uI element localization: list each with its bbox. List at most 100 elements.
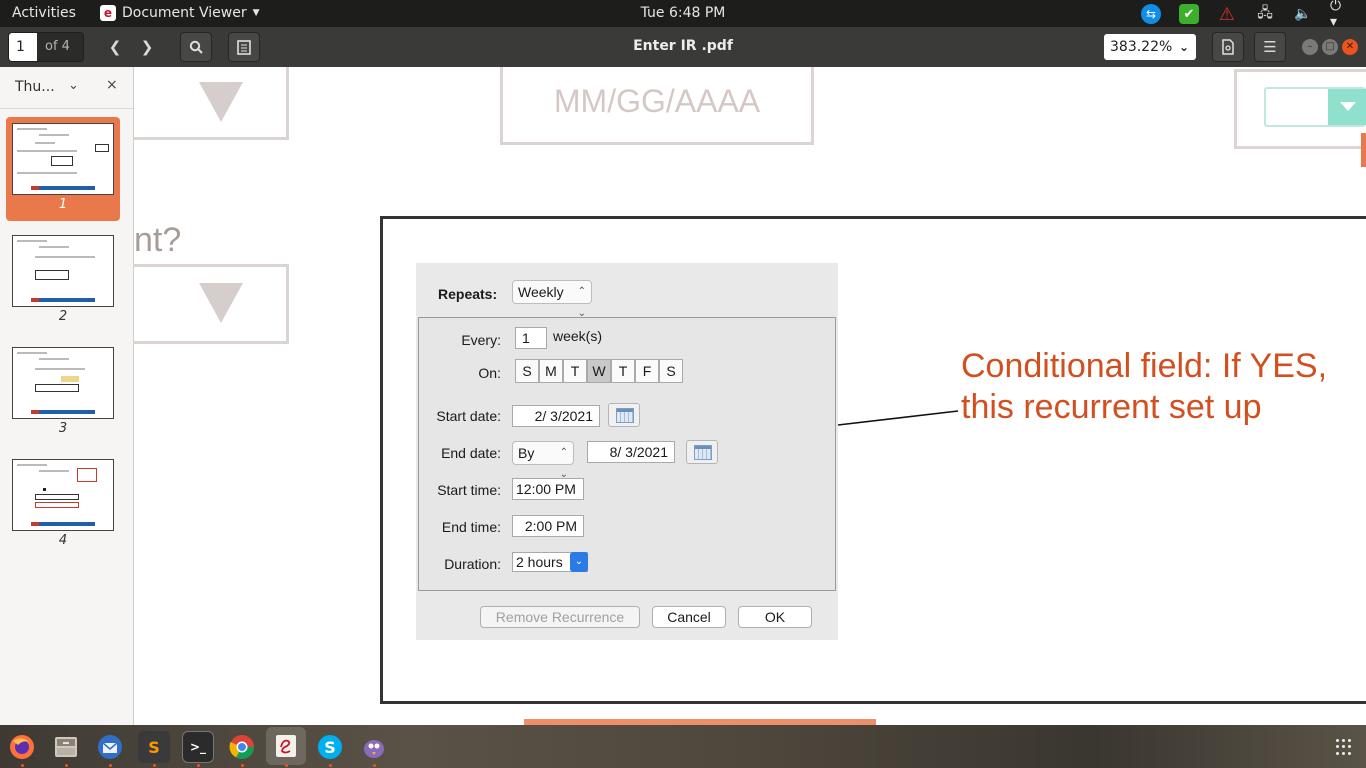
thumbnail-image: [12, 235, 114, 307]
chrome-icon: [229, 735, 254, 760]
teal-dropdown: [1264, 87, 1366, 127]
files-launcher[interactable]: [50, 731, 82, 763]
thunderbird-launcher[interactable]: [94, 731, 126, 763]
start-date-label: Start date:: [436, 408, 501, 424]
network-icon[interactable]: 🖧: [1254, 3, 1276, 25]
recurrence-dialog: Repeats: Weekly ⌃ ⌄ Every: 1 week(s) On: …: [416, 263, 838, 640]
accent-marker: [1361, 133, 1366, 167]
menu-button[interactable]: ☰: [1254, 32, 1286, 62]
end-date-calendar-button[interactable]: [686, 440, 718, 464]
chevron-down-icon: ⌄: [1178, 40, 1189, 54]
terminal-launcher[interactable]: >_: [182, 731, 214, 763]
sync-check-icon[interactable]: ✔: [1178, 3, 1200, 25]
thumbnail-page-3[interactable]: 3: [6, 341, 120, 445]
thumbnail-number: 3: [58, 421, 68, 436]
document-properties-button[interactable]: [1212, 32, 1244, 62]
show-applications-icon[interactable]: [1336, 739, 1352, 755]
thumbnail-number: 2: [58, 309, 68, 324]
end-date-input[interactable]: 8/ 3/2021: [587, 441, 675, 463]
chevron-down-icon[interactable]: ⌄: [68, 78, 79, 93]
start-date-calendar-button[interactable]: [608, 403, 640, 427]
warning-icon[interactable]: ⚠: [1216, 3, 1238, 25]
end-time-input[interactable]: 2:00 PM: [512, 515, 584, 537]
thumbnail-page-4[interactable]: 4: [6, 453, 120, 557]
maximize-icon: □: [1325, 41, 1335, 52]
system-tray: ⇆ ✔ ⚠ 🖧 🔈 ⏻ ▾: [1140, 0, 1352, 30]
skype-launcher[interactable]: S: [314, 731, 346, 763]
firefox-launcher[interactable]: [6, 731, 38, 763]
repeats-value: Weekly: [518, 284, 564, 300]
running-indicator: [109, 764, 112, 767]
sublime-text-launcher[interactable]: S: [138, 731, 170, 763]
start-time-input[interactable]: 12:00 PM: [512, 478, 584, 500]
dropdown-triangle-icon: [199, 82, 243, 122]
question-text: nt?: [134, 221, 182, 259]
thumbnail-number: 1: [58, 197, 68, 212]
document-viewer-icon: [276, 735, 296, 757]
running-indicator: [197, 764, 200, 767]
day-sunday[interactable]: S: [515, 359, 539, 383]
running-indicator: [153, 764, 156, 767]
file-cabinet-icon: [55, 737, 77, 757]
day-wednesday[interactable]: W: [587, 359, 611, 383]
day-saturday[interactable]: S: [659, 359, 683, 383]
every-label: Every:: [461, 332, 501, 348]
repeats-label: Repeats:: [438, 286, 498, 302]
thunderbird-icon: [98, 735, 122, 759]
chrome-launcher[interactable]: [226, 731, 258, 763]
maximize-button[interactable]: □: [1322, 39, 1338, 55]
pidgin-launcher[interactable]: [358, 731, 390, 763]
end-date-mode-select[interactable]: By ⌃ ⌄: [512, 441, 574, 480]
chevron-down-icon: ⌄: [570, 552, 588, 572]
thumbnail-number: 4: [58, 533, 68, 548]
thumbnail-page-1[interactable]: 1: [6, 117, 120, 221]
svg-text:S: S: [324, 738, 336, 757]
day-friday[interactable]: F: [635, 359, 659, 383]
duration-select[interactable]: 2 hours ⌄: [512, 552, 588, 572]
terminal-icon: >_: [189, 740, 207, 754]
cancel-button[interactable]: Cancel: [652, 606, 726, 628]
zoom-value: 383.22%: [1110, 39, 1173, 55]
start-time-label: Start time:: [437, 482, 501, 498]
sidebar: Thu... ⌄ × 1 2 3 4: [0, 67, 134, 725]
end-date-mode-value: By: [518, 445, 535, 461]
callout-connector: [837, 410, 959, 426]
thumbnail-image: [12, 123, 114, 195]
duration-label: Duration:: [444, 556, 501, 572]
date-field: MM/GG/AAAA: [500, 67, 814, 145]
thumbnail-page-2[interactable]: 2: [6, 229, 120, 333]
close-button[interactable]: ✕: [1342, 39, 1358, 55]
ok-button[interactable]: OK: [738, 606, 812, 628]
end-time-label: End time:: [441, 519, 501, 535]
start-date-input[interactable]: 2/ 3/2021: [512, 405, 600, 427]
weekday-selector: S M T W T F S: [515, 359, 685, 383]
power-icon[interactable]: ⏻ ▾: [1330, 0, 1352, 30]
every-input[interactable]: 1: [515, 327, 547, 349]
firefox-icon: [10, 735, 34, 759]
minimize-button[interactable]: –: [1302, 39, 1318, 55]
close-sidebar-icon[interactable]: ×: [106, 77, 118, 93]
day-tuesday[interactable]: T: [563, 359, 587, 383]
dock: S >_ S: [0, 725, 1366, 768]
calendar-icon: [694, 445, 712, 460]
duration-value: 2 hours: [516, 554, 563, 570]
document-view[interactable]: MM/GG/AAAA nt? Conditional field: If YES…: [134, 67, 1366, 725]
sidebar-mode-label[interactable]: Thu...: [15, 79, 55, 95]
running-indicator: [21, 764, 24, 767]
repeats-select[interactable]: Weekly ⌃ ⌄: [512, 280, 592, 319]
skype-icon: S: [318, 735, 342, 759]
teamviewer-icon[interactable]: ⇆: [1140, 3, 1162, 25]
thumbnail-image: [12, 347, 114, 419]
volume-icon[interactable]: 🔈: [1292, 3, 1314, 25]
close-icon: ✕: [1345, 41, 1355, 52]
form-dropdown-field: [134, 67, 289, 140]
remove-recurrence-button[interactable]: Remove Recurrence: [480, 606, 640, 628]
day-monday[interactable]: M: [539, 359, 563, 383]
sidebar-header: Thu... ⌄ ×: [0, 67, 133, 109]
document-viewer-launcher[interactable]: [266, 727, 306, 765]
running-indicator: [241, 764, 244, 767]
zoom-selector[interactable]: 383.22% ⌄: [1104, 34, 1196, 60]
day-thursday[interactable]: T: [611, 359, 635, 383]
top-panel: Activities e Document Viewer ▼ Tue 6:48 …: [0, 0, 1366, 30]
header-bar: 1 of 4 ❮ ❯ Enter IR .pdf 383.22% ⌄ ☰ – □…: [0, 27, 1366, 67]
